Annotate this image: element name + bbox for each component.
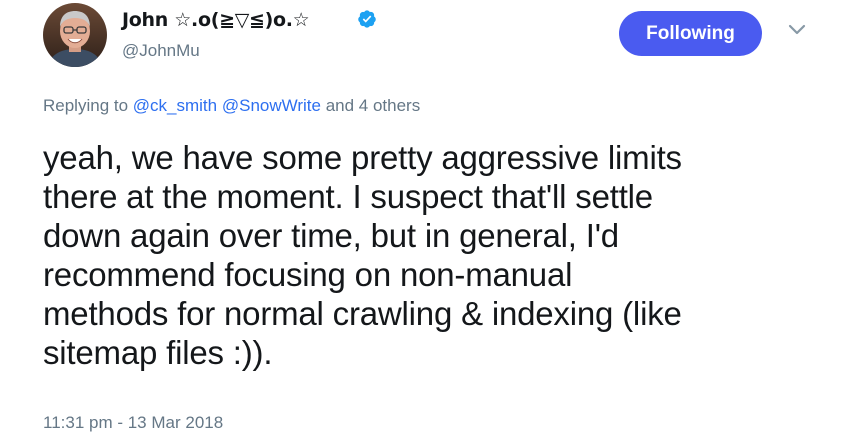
author-display-name[interactable]: John ☆.o(≧▽≦)o.☆ [122,8,310,32]
tweet-card: John ☆.o(≧▽≦)o.☆ @JohnMu Following Reply… [0,0,850,444]
tweet-text-line: down again over time, but in general, I'… [43,217,619,254]
tweet-timestamp[interactable]: 11:31 pm - 13 Mar 2018 [43,412,223,434]
chevron-down-icon[interactable] [787,22,807,38]
mention-link[interactable]: @SnowWrite [222,96,321,115]
avatar-image [43,3,107,67]
tweet-text-line: yeah, we have some pretty aggressive lim… [43,139,682,176]
avatar[interactable] [43,3,107,67]
tweet-text-line: methods for normal crawling & indexing (… [43,295,682,332]
replying-to-prefix: Replying to [43,96,133,115]
tweet-text-line: sitemap files :)). [43,334,273,371]
following-button[interactable]: Following [619,11,762,56]
tweet-text-line: recommend focusing on non-manual [43,256,573,293]
mention-link[interactable]: @ck_smith [133,96,217,115]
verified-badge-icon [358,10,376,28]
replying-to: Replying to @ck_smith @SnowWrite and 4 o… [43,95,420,117]
tweet-text: yeah, we have some pretty aggressive lim… [43,138,833,372]
tweet-text-line: there at the moment. I suspect that'll s… [43,178,653,215]
author-handle[interactable]: @JohnMu [122,40,200,62]
replying-to-others[interactable]: and 4 others [321,96,421,115]
